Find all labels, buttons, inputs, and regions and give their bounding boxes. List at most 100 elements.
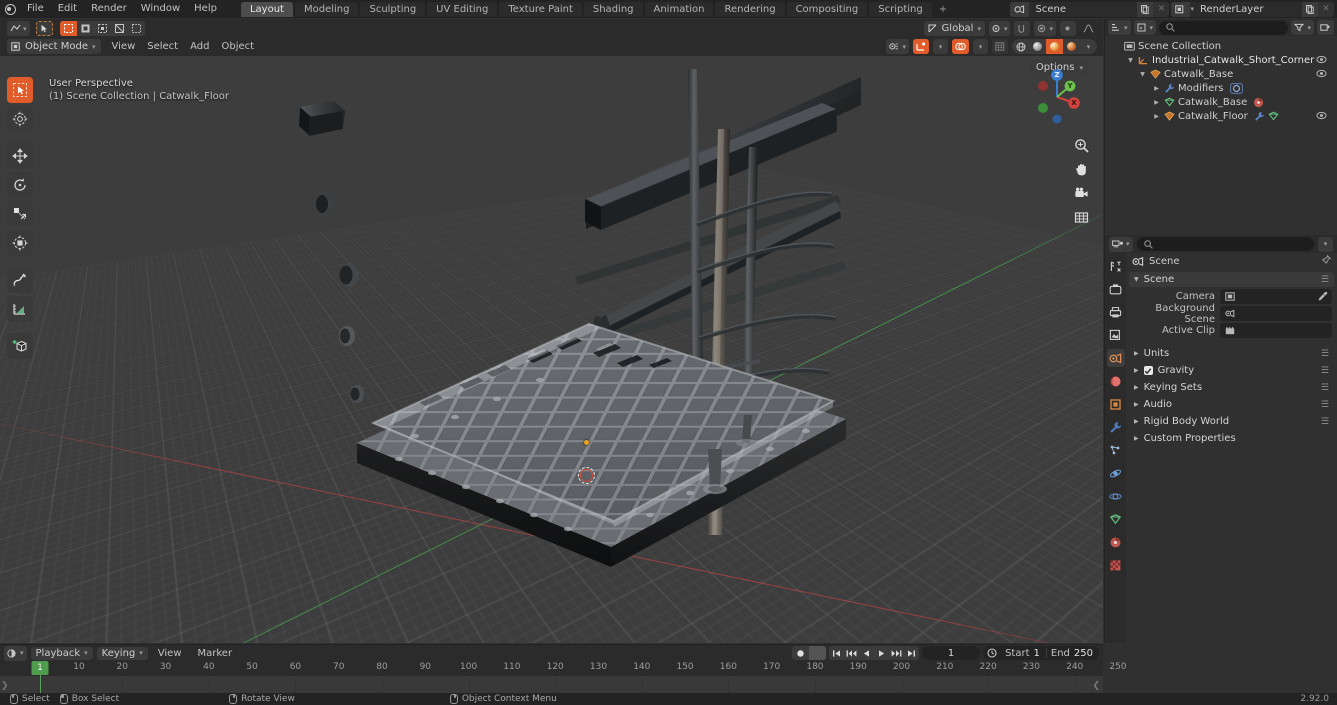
tweak-select-tool[interactable] (7, 77, 33, 103)
camera-field[interactable] (1220, 289, 1332, 304)
background-scene-field[interactable] (1220, 306, 1332, 321)
proportional-falloff-button[interactable] (1060, 21, 1076, 36)
collapse-triangle-icon[interactable]: ▶ (1151, 99, 1162, 106)
viewport-menu-object[interactable]: Object (215, 39, 260, 54)
material-badge-icon[interactable] (1253, 97, 1264, 108)
view-layer-selector[interactable]: ▾ RenderLayer ✕ (1171, 1, 1334, 17)
select-mode-group[interactable] (59, 21, 145, 36)
measure-tool[interactable] (7, 296, 33, 322)
eyedropper-icon[interactable] (1318, 291, 1328, 304)
auto-key-toggle[interactable] (809, 646, 827, 660)
properties-editor-type-button[interactable]: ▾ (1109, 236, 1133, 252)
physics-tab[interactable] (1107, 464, 1125, 482)
visibility-eye-icon[interactable] (1316, 69, 1327, 81)
panel-collapse-triangle-icon[interactable]: ▶ (1134, 418, 1139, 425)
transform-orientation-selector[interactable]: Global ▾ (923, 21, 985, 36)
menu-window[interactable]: Window (134, 0, 187, 18)
outliner-row-scene-collection[interactable]: Scene Collection (1105, 39, 1337, 53)
transform-tool[interactable] (7, 230, 33, 256)
delete-scene-button[interactable]: ✕ (1153, 1, 1170, 17)
panel-collapse-triangle-icon[interactable]: ▶ (1134, 401, 1139, 408)
texture-tab[interactable] (1107, 556, 1125, 574)
floor-badges[interactable] (1254, 111, 1279, 121)
new-view-layer-button[interactable] (1302, 1, 1318, 17)
view-layer-tab[interactable] (1107, 326, 1125, 344)
viewport-menu-view[interactable]: View (106, 39, 142, 54)
new-scene-button[interactable] (1137, 1, 1154, 17)
next-keyframe-button[interactable] (889, 646, 904, 660)
scene-name[interactable]: Scene (1029, 2, 1137, 17)
jump-to-end-button[interactable] (904, 646, 919, 660)
menu-file[interactable]: File (20, 0, 51, 18)
shading-material-icon[interactable] (1046, 39, 1063, 54)
gizmo-axis-y[interactable]: Y (1064, 80, 1076, 92)
select-intersect-icon[interactable] (128, 21, 145, 36)
workspace-tab-compositing[interactable]: Compositing (786, 1, 868, 17)
workspace-tab-animation[interactable]: Animation (644, 1, 714, 17)
overlays-dropdown-button[interactable]: ▾ (973, 39, 988, 54)
shading-dropdown-icon[interactable]: ▾ (1080, 39, 1097, 54)
show-gizmo-button[interactable] (913, 39, 929, 54)
editor-type-button[interactable]: ▾ (7, 21, 30, 36)
auto-keying-group[interactable] (792, 646, 827, 660)
outliner-editor-type-button[interactable]: ▾ (1108, 20, 1131, 35)
workspace-tab-rendering[interactable]: Rendering (715, 1, 785, 17)
panel-expand-triangle-icon[interactable]: ▼ (1134, 276, 1139, 283)
gizmo-axis-x[interactable]: X (1068, 97, 1080, 109)
visibility-eye-icon[interactable] (1316, 111, 1327, 123)
menu-help[interactable]: Help (187, 0, 224, 18)
timeline-editor-type-button[interactable]: ▾ (4, 645, 27, 661)
data-tab[interactable] (1107, 510, 1125, 528)
outliner-row-catwalk-floor[interactable]: ▶ Catwalk_Floor (1105, 109, 1337, 123)
add-cube-tool[interactable] (7, 333, 33, 359)
menu-render[interactable]: Render (84, 0, 134, 18)
annotate-tool[interactable] (7, 267, 33, 293)
show-overlays-button[interactable] (952, 39, 969, 54)
grid-icon[interactable] (1073, 209, 1090, 226)
active-clip-field[interactable] (1220, 323, 1332, 338)
viewport-menu-select[interactable]: Select (141, 39, 184, 54)
add-workspace-button[interactable]: + (934, 2, 952, 17)
pan-icon[interactable] (1073, 161, 1090, 178)
menu-edit[interactable]: Edit (51, 0, 84, 18)
falloff-curve-icon[interactable] (1080, 21, 1097, 36)
delete-view-layer-button[interactable]: ✕ (1318, 1, 1334, 17)
play-reverse-button[interactable] (859, 646, 874, 660)
properties-options-button[interactable]: ▾ (1318, 236, 1333, 252)
output-tab[interactable] (1107, 303, 1125, 321)
workspace-tab-scripting[interactable]: Scripting (869, 1, 932, 17)
shading-wireframe-icon[interactable] (1012, 39, 1029, 54)
object-tab[interactable] (1107, 395, 1125, 413)
cursor-tool[interactable] (7, 106, 33, 132)
modifier-badge[interactable] (1229, 82, 1243, 94)
zoom-icon[interactable] (1073, 137, 1090, 154)
outliner-display-mode-button[interactable]: ▾ (1133, 20, 1157, 35)
3d-viewport[interactable]: ▾ Global ▾ ▾ ▾ Object Mode ▾ View Select… (0, 19, 1103, 643)
render-tab[interactable] (1107, 280, 1125, 298)
playback-menu[interactable]: Playback ▾ (30, 646, 93, 660)
pin-icon[interactable] (1321, 254, 1332, 268)
snap-toggle-button[interactable] (1014, 21, 1031, 36)
outliner-row-industrial-catwalk[interactable]: ▼ Industrial_Catwalk_Short_Corner (1105, 53, 1337, 67)
expand-triangle-icon[interactable]: ▼ (1137, 71, 1148, 78)
play-button[interactable] (874, 646, 889, 660)
current-frame-field[interactable]: 1 (922, 646, 981, 660)
timeline-playhead-label[interactable]: 1 (31, 661, 49, 675)
outliner-editor[interactable]: ▾ ▾ ▾ Scene Collection ▼ Industrial_Catw… (1104, 19, 1337, 234)
outliner-row-catwalk-base-mesh[interactable]: ▶ Catwalk_Base (1105, 95, 1337, 109)
timeline-menu-view[interactable]: View (152, 647, 188, 660)
xray-toggle-button[interactable] (992, 39, 1008, 54)
tool-tab[interactable] (1107, 257, 1125, 275)
visibility-eye-icon[interactable] (1316, 55, 1327, 67)
viewport-menu-add[interactable]: Add (184, 39, 215, 54)
keying-sets-panel-header[interactable]: ▶ Keying Sets ☰ (1129, 380, 1334, 395)
collapse-triangle-icon[interactable]: ▶ (1151, 113, 1162, 120)
proportional-edit-button[interactable]: ▾ (1034, 21, 1056, 36)
constraints-tab[interactable] (1107, 487, 1125, 505)
timeline-right-arrow-icon[interactable]: ❮ (1092, 681, 1100, 691)
camera-icon[interactable] (1073, 185, 1090, 202)
select-extend-icon[interactable] (77, 21, 94, 36)
custom-properties-panel-header[interactable]: ▶ Custom Properties (1129, 431, 1334, 446)
expand-triangle-icon[interactable]: ▼ (1125, 57, 1136, 64)
particles-tab[interactable] (1107, 441, 1125, 459)
